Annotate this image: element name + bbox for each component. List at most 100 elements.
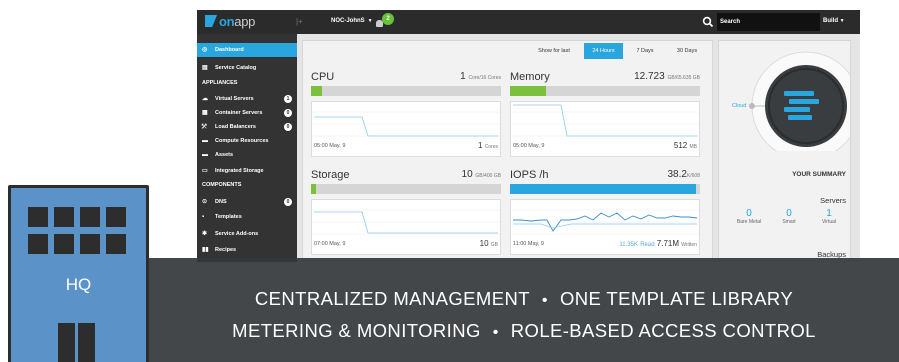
usage-bar bbox=[510, 86, 700, 96]
building-window bbox=[80, 234, 100, 254]
sidebar-item-compute-resources[interactable]: ▬ Compute Resources bbox=[197, 134, 297, 148]
count-badge: 1 bbox=[284, 95, 292, 103]
storage-panel: Storage 10 GB/400 GB 07:00 May, 9 10 GB bbox=[311, 169, 501, 259]
chart-time-label: 05:00 May, 9 bbox=[513, 143, 545, 149]
sidebar-item-service-addons[interactable]: ✱ Service Add-ons bbox=[197, 227, 297, 241]
chart-current-value: 11.35K Read 7.71M Written bbox=[619, 239, 697, 248]
stat-label: Virtual bbox=[821, 219, 837, 225]
build-menu[interactable]: Build ▼ bbox=[823, 18, 845, 24]
current-unit: Cores bbox=[484, 144, 498, 150]
sidebar-item-virtual-servers[interactable]: ☁ Virtual Servers 1 bbox=[197, 92, 297, 106]
chart-time-label: 05:00 May, 9 bbox=[314, 143, 346, 149]
onapp-logo[interactable]: onapp bbox=[205, 14, 255, 29]
usage-bar bbox=[311, 184, 501, 194]
sidebar-item-label: Dashboard bbox=[215, 47, 244, 53]
sidebar-item-templates[interactable]: ▪ Templates bbox=[197, 210, 297, 224]
collapse-sidebar-icon[interactable]: |+ bbox=[296, 17, 303, 26]
server-icon: ▬ bbox=[202, 138, 208, 144]
search-icon[interactable] bbox=[702, 16, 714, 28]
virtual-stat[interactable]: 1 Virtual bbox=[809, 208, 849, 225]
sidebar-item-recipes[interactable]: ▮▮ Recipes bbox=[197, 243, 297, 257]
time-range-7-days[interactable]: 7 Days bbox=[626, 43, 664, 59]
sidebar-item-integrated-storage[interactable]: ▭ Integrated Storage bbox=[197, 164, 297, 178]
stat-count: 0 bbox=[786, 208, 792, 219]
value-unit: Core/16 Cores bbox=[468, 75, 501, 81]
panel-value: 10 GB/400 GB bbox=[462, 169, 501, 180]
building-window bbox=[28, 207, 48, 227]
servers-heading: Servers bbox=[820, 196, 846, 205]
summary-panel: Cloud YOUR SUMMARY Servers 0 Bare Metal … bbox=[718, 40, 851, 262]
section-heading-appliances: APPLIANCES bbox=[202, 80, 238, 86]
value-number: 38.2 bbox=[667, 169, 687, 180]
sidebar-item-label: Recipes bbox=[215, 247, 237, 253]
sidebar: ◎ Dashboard ▤ Service Catalog APPLIANCES… bbox=[197, 34, 297, 262]
notifications-badge: 2 bbox=[382, 13, 394, 25]
count-badge: 0 bbox=[284, 109, 292, 117]
value-number: 10 bbox=[461, 169, 473, 180]
cloud-label: Cloud bbox=[732, 103, 747, 109]
count-badge: 0 bbox=[284, 198, 292, 206]
chart-time-label: 11:00 May, 9 bbox=[513, 241, 544, 247]
usage-fill bbox=[311, 86, 323, 96]
logo-mark-icon bbox=[205, 15, 217, 27]
sidebar-item-dashboard[interactable]: ◎ Dashboard bbox=[197, 43, 297, 57]
logo-text-app: app bbox=[234, 14, 256, 29]
container-icon: ▦ bbox=[202, 110, 208, 116]
sidebar-item-label: Templates bbox=[215, 214, 242, 220]
building-door bbox=[58, 323, 75, 362]
feature-rbac: ROLE-BASED ACCESS CONTROL bbox=[510, 320, 816, 341]
current-unit: MB bbox=[689, 144, 698, 150]
cloud-dial-icon[interactable] bbox=[719, 41, 850, 151]
chart-current-value: 10 GB bbox=[480, 239, 498, 248]
stat-count: 1 bbox=[826, 208, 832, 219]
chart-time-label: 07:00 May, 9 bbox=[314, 241, 346, 247]
value-unit: K/608 bbox=[686, 173, 700, 179]
notifications-button[interactable]: 2 bbox=[375, 13, 395, 30]
count-badge: 0 bbox=[284, 123, 292, 131]
sidebar-item-dns[interactable]: ⊙ DNS 0 bbox=[197, 195, 297, 209]
sidebar-item-service-catalog[interactable]: ▤ Service Catalog bbox=[197, 61, 297, 75]
memory-panel: Memory 12.723 GB/65.635 GB 05:00 May, 9 … bbox=[510, 71, 700, 161]
current-number: 512 bbox=[673, 141, 688, 150]
onapp-dashboard-window: onapp |+ NOC-JohnS ▼ 2 Search Build ▼ ◎ D… bbox=[197, 10, 860, 262]
sidebar-item-load-balancers[interactable]: ⤱ Load Balancers 0 bbox=[197, 120, 297, 134]
catalog-icon: ▤ bbox=[202, 65, 208, 71]
feature-centralized-management: CENTRALIZED MANAGEMENT bbox=[254, 288, 530, 309]
iops-panel: IOPS /h 38.2K/608 11:00 May, 9 11.35K Re… bbox=[510, 169, 700, 259]
panel-title: Memory bbox=[510, 71, 550, 83]
account-menu[interactable]: NOC-JohnS ▼ bbox=[331, 18, 373, 24]
usage-bar bbox=[311, 86, 501, 96]
search-input[interactable]: Search bbox=[717, 13, 820, 31]
sidebar-item-label: Service Catalog bbox=[215, 65, 257, 71]
usage-fill bbox=[510, 184, 697, 194]
written-label: Written bbox=[681, 242, 697, 248]
banner-line-1: CENTRALIZED MANAGEMENT • ONE TEMPLATE LIBR… bbox=[149, 288, 899, 310]
feature-metering-monitoring: METERING & MONITORING bbox=[232, 320, 481, 341]
panel-title: IOPS /h bbox=[510, 169, 549, 181]
time-range-24-hours[interactable]: 24 Hours bbox=[584, 43, 623, 59]
current-number: 1 bbox=[477, 141, 483, 150]
stat-count: 0 bbox=[746, 208, 752, 219]
bullet-separator: • bbox=[492, 324, 499, 341]
bare-metal-stat[interactable]: 0 Bare Metal bbox=[729, 208, 769, 225]
smart-stat[interactable]: 0 Smart bbox=[769, 208, 809, 225]
chart-current-value: 512 MB bbox=[674, 141, 697, 150]
assets-icon: ▬ bbox=[202, 152, 208, 158]
banner-line-2: METERING & MONITORING • ROLE-BASED ACCESS … bbox=[149, 320, 899, 342]
recipes-icon: ▮▮ bbox=[202, 247, 209, 253]
panel-value: 1 Core/16 Cores bbox=[460, 71, 501, 82]
dashboard-icon: ◎ bbox=[202, 47, 208, 53]
current-number: 10 bbox=[479, 239, 489, 248]
stat-label: Smart bbox=[782, 219, 796, 225]
current-unit: GB bbox=[490, 242, 498, 248]
value-number: 12.723 bbox=[634, 71, 665, 82]
hq-building-icon: HQ bbox=[8, 185, 149, 362]
sidebar-item-container-servers[interactable]: ▦ Container Servers 0 bbox=[197, 106, 297, 120]
sidebar-item-assets[interactable]: ▬ Assets bbox=[197, 148, 297, 162]
sidebar-item-label: Integrated Storage bbox=[215, 168, 264, 174]
templates-icon: ▪ bbox=[202, 214, 205, 220]
time-range-30-days[interactable]: 30 Days bbox=[667, 43, 707, 59]
sidebar-item-label: Compute Resources bbox=[215, 138, 269, 144]
value-number: 1 bbox=[460, 71, 466, 82]
metrics-area: Show for last 24 Hours 7 Days 30 Days CP… bbox=[302, 40, 713, 262]
